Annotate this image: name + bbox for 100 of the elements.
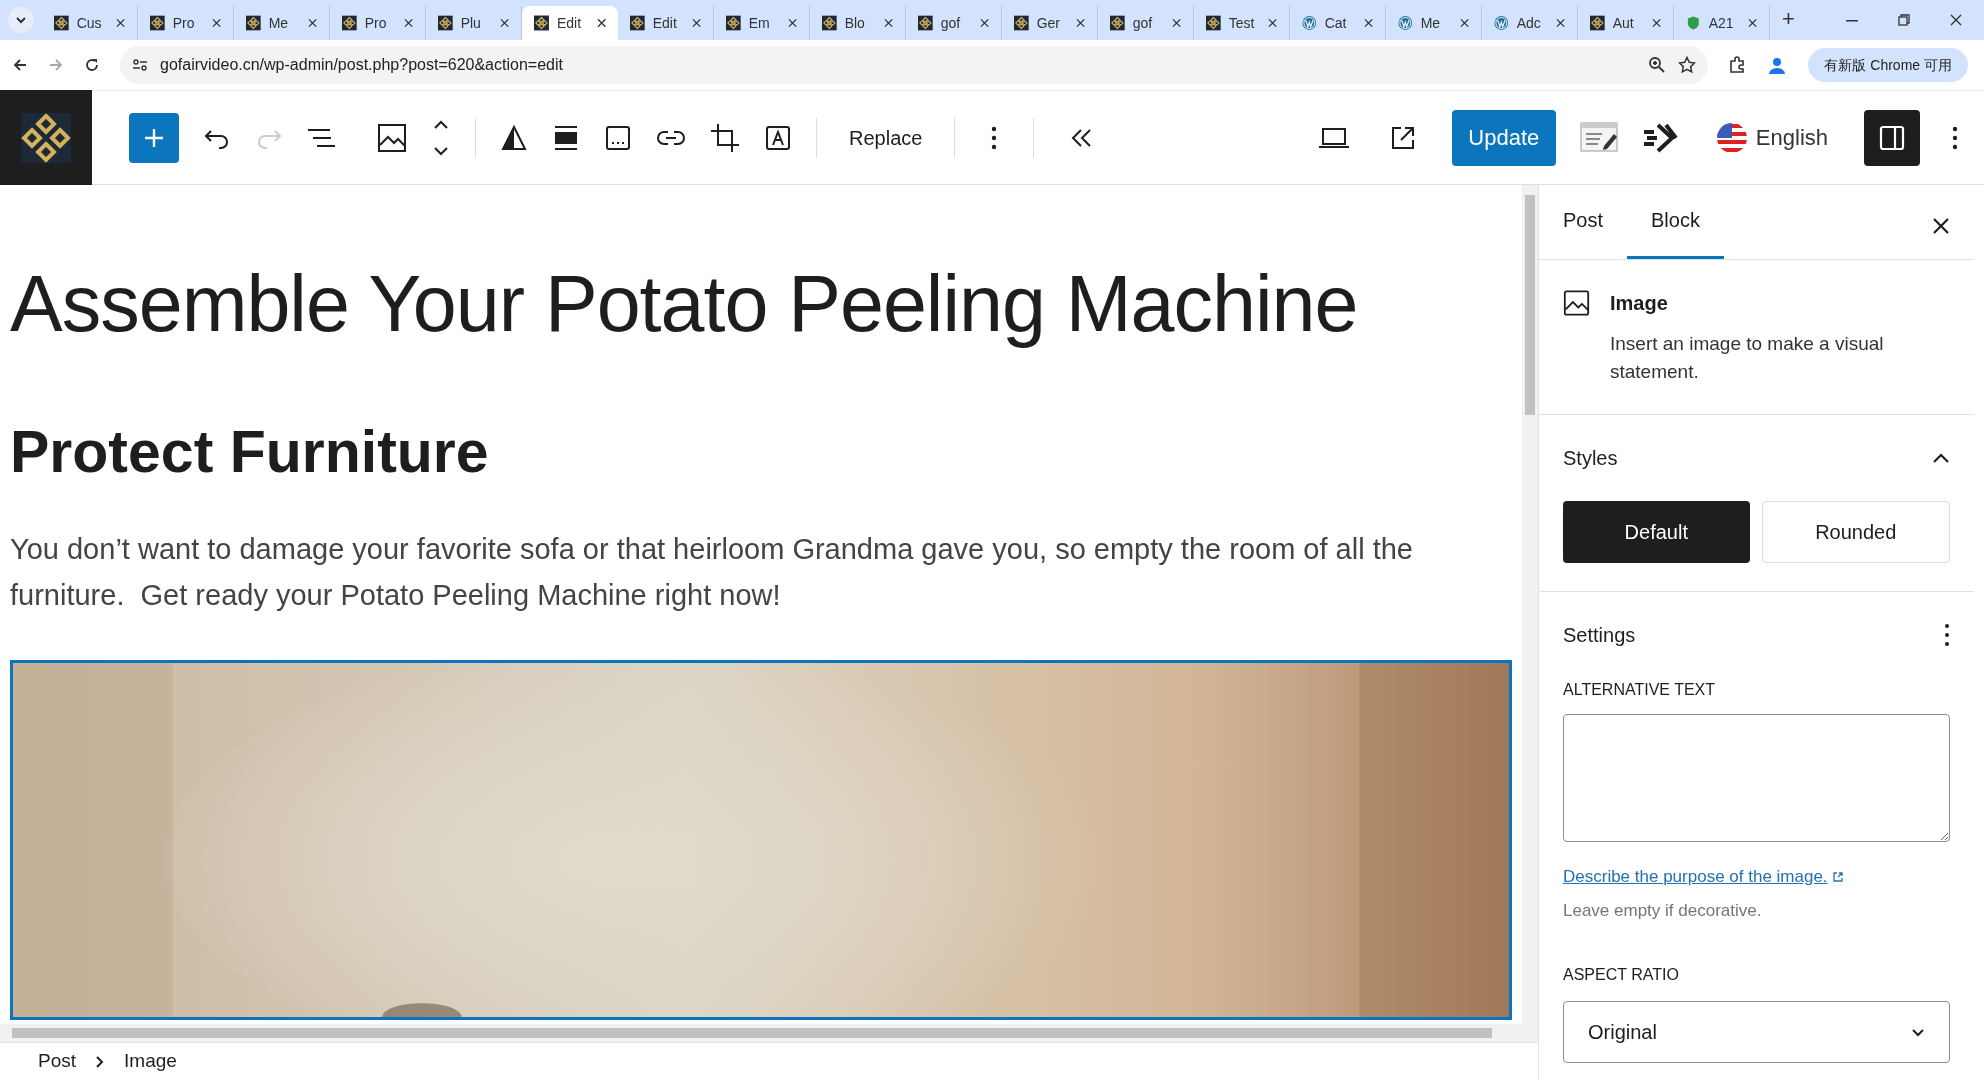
new-tab-button[interactable]: + <box>1782 8 1795 30</box>
plus-icon <box>143 126 165 149</box>
breadcrumb-link[interactable]: Image <box>124 1047 177 1076</box>
address-bar[interactable]: gofairvideo.cn/wp-admin/post.php?post=620&action=edit <box>120 46 1709 84</box>
site-settings-icon[interactable] <box>132 58 148 72</box>
close-icon[interactable] <box>1747 18 1757 28</box>
help-link[interactable]: Describe the purpose of the image. <box>1563 864 1828 890</box>
close-icon[interactable] <box>1651 18 1661 28</box>
reload-icon[interactable] <box>84 57 100 73</box>
back-icon[interactable] <box>12 57 28 73</box>
diamond-logo-icon <box>150 15 165 31</box>
laptop-icon[interactable] <box>1317 125 1350 150</box>
chevron-icon <box>15 16 27 24</box>
text-over-image-icon[interactable] <box>764 123 792 152</box>
close-icon[interactable] <box>979 18 989 28</box>
diamond-logo-icon <box>726 15 741 31</box>
block-description: Insert an image to make a visual statement. <box>1610 332 1885 384</box>
close-icon[interactable] <box>307 18 317 28</box>
speed-lines-icon[interactable] <box>1641 121 1680 154</box>
diamond-logo-icon <box>342 15 357 31</box>
align-icon[interactable] <box>552 124 580 151</box>
diamond-logo-icon <box>918 15 933 31</box>
breadcrumb-link[interactable]: Post <box>38 1047 77 1076</box>
chevron-right-icon <box>96 1055 105 1068</box>
site-logo-button[interactable] <box>0 90 92 185</box>
close-icon[interactable] <box>403 18 413 28</box>
extensions-icon[interactable] <box>1728 56 1747 74</box>
post-title[interactable]: Assemble Your Potato Peeling Machine <box>10 255 1512 354</box>
wordpress-icon <box>1494 15 1509 31</box>
section-heading[interactable]: Protect Furniture <box>10 415 1512 490</box>
more-options-icon[interactable] <box>1944 623 1950 647</box>
block-name: Image <box>1610 291 1669 316</box>
language-switcher[interactable]: English <box>1715 121 1828 154</box>
url-text: gofairvideo.cn/wp-admin/post.php?post=620&action=edit <box>160 55 563 75</box>
diamond-logo-icon <box>534 15 549 31</box>
more-options-icon[interactable] <box>991 125 998 150</box>
caption-icon[interactable] <box>604 123 632 152</box>
close-icon[interactable] <box>883 18 893 28</box>
close-icon[interactable] <box>1363 18 1373 28</box>
diamond-logo-icon <box>630 15 645 31</box>
close-icon[interactable] <box>1459 18 1469 28</box>
sidebar-tab[interactable]: Post <box>1563 184 1628 259</box>
chevron-down-icon <box>1911 1027 1925 1037</box>
tab-list-button[interactable] <box>8 7 34 33</box>
zoom-icon[interactable] <box>1648 56 1667 74</box>
close-icon[interactable] <box>1171 18 1181 28</box>
external-link-icon[interactable] <box>1389 124 1416 151</box>
vertical-scrollbar[interactable] <box>1522 185 1538 1024</box>
duotone-icon[interactable] <box>500 123 528 152</box>
diamond-logo-icon <box>1110 15 1125 31</box>
field-label: ASPECT RATIO <box>1563 965 1680 985</box>
wordpress-icon <box>1398 15 1413 31</box>
style-option[interactable]: Rounded <box>1761 501 1950 563</box>
wordpress-icon <box>1302 15 1317 31</box>
aspect-ratio-select[interactable]: Original <box>1563 1001 1950 1063</box>
close-icon[interactable] <box>1932 217 1950 235</box>
star-icon[interactable] <box>1678 56 1697 74</box>
help-text: Leave empty if decorative. <box>1563 899 1763 922</box>
panel-title[interactable]: Settings <box>1563 620 1636 650</box>
restore-icon[interactable] <box>1898 14 1910 26</box>
diamond-logo-icon <box>438 15 453 31</box>
list-view-icon[interactable] <box>307 127 337 148</box>
close-icon[interactable] <box>1555 18 1565 28</box>
horizontal-scrollbar[interactable] <box>0 1024 1538 1042</box>
close-icon[interactable] <box>499 18 509 28</box>
diamond-logo-icon <box>1206 15 1221 31</box>
close-icon[interactable] <box>691 18 701 28</box>
close-icon[interactable] <box>787 18 797 28</box>
add-block-button[interactable] <box>129 112 179 163</box>
sidebar-icon <box>1879 124 1905 151</box>
shield-icon <box>1686 15 1701 31</box>
alt-text-field[interactable] <box>1563 714 1950 842</box>
options-icon[interactable] <box>1952 125 1958 150</box>
chevron-up-icon[interactable] <box>1932 452 1950 464</box>
diamond-logo-icon <box>1590 15 1605 31</box>
replace-button[interactable]: Replace <box>841 122 931 153</box>
image-icon[interactable] <box>377 122 407 153</box>
sidebar-tab[interactable]: Block <box>1627 184 1724 259</box>
editor-pencil-icon[interactable] <box>1579 121 1618 154</box>
flag-icon <box>1715 121 1748 154</box>
field-label: ALTERNATIVE TEXT <box>1563 680 1717 700</box>
panel-title[interactable]: Styles <box>1563 443 1618 473</box>
close-icon[interactable] <box>1267 18 1277 28</box>
close-icon[interactable] <box>596 18 606 28</box>
diamond-logo-icon <box>1014 15 1029 31</box>
diamond-logo-icon <box>246 15 261 31</box>
close-icon[interactable] <box>211 18 221 28</box>
update-button[interactable]: Update <box>1451 109 1556 166</box>
close-icon[interactable] <box>1075 18 1085 28</box>
update-chrome-chip[interactable]: 有新版 Chrome 可用 <box>1808 48 1968 82</box>
crop-icon[interactable] <box>710 122 740 153</box>
paragraph-text[interactable]: You don’t want to damage your favorite sofa or that heirloom Grandma gave you, so empty the room of all the furniture. Get ready your Potato Peeling Machine right now! <box>10 525 1480 618</box>
image-icon <box>1563 288 1590 318</box>
external-link-icon <box>1831 870 1844 883</box>
settings-toggle-button[interactable] <box>1864 109 1920 166</box>
style-option[interactable]: Default <box>1563 501 1750 563</box>
minimize-icon[interactable] <box>1846 20 1858 22</box>
close-icon[interactable] <box>115 18 125 28</box>
close-icon[interactable] <box>1950 14 1962 26</box>
browser-tab[interactable]: Edit <box>522 6 618 40</box>
